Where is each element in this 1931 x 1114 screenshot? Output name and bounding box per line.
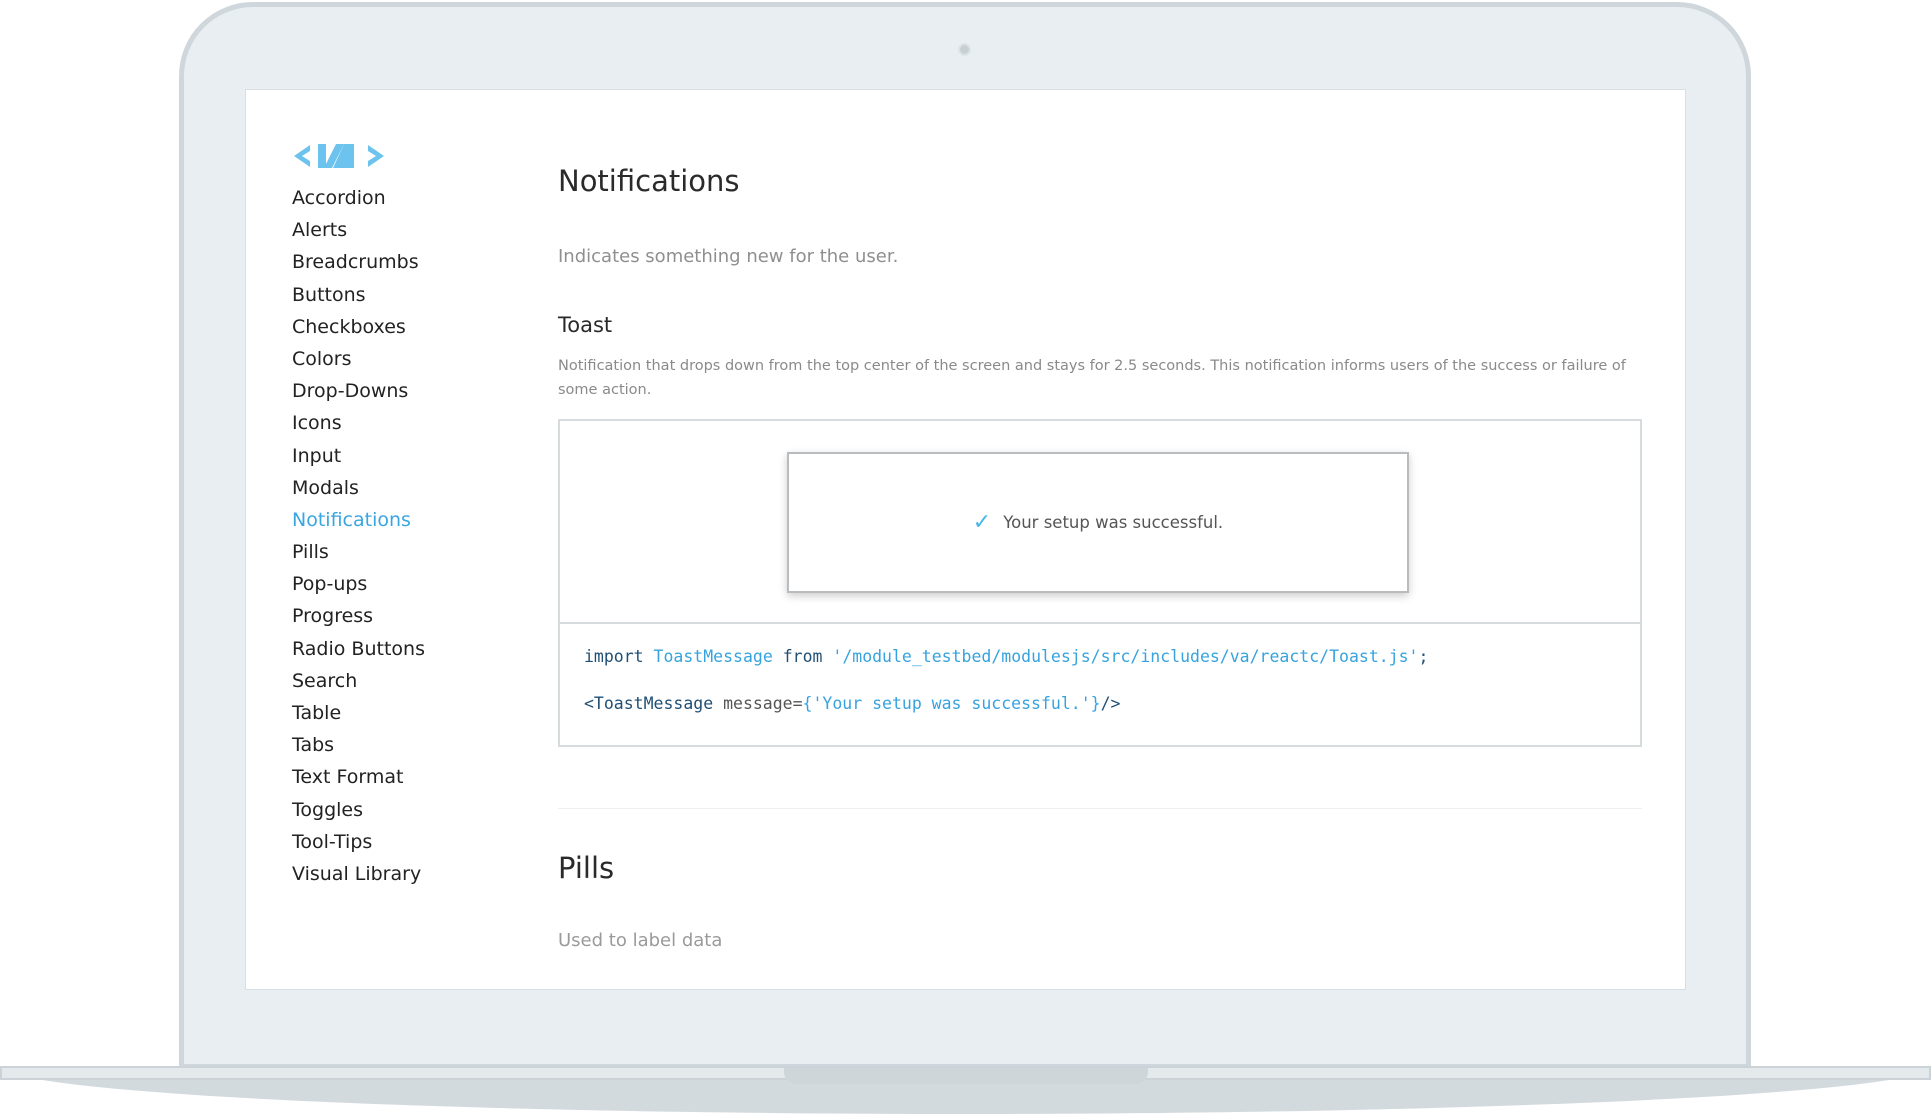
code-keyword: import [584,647,644,666]
sidebar-item-text-format[interactable]: Text Format [292,761,425,793]
code-sample[interactable]: import ToastMessage from '/module_testbe… [558,623,1642,747]
sidebar-item-drop-downs[interactable]: Drop-Downs [292,375,425,407]
sidebar-item-input[interactable]: Input [292,440,425,472]
toast-message: ✓ Your setup was successful. [787,452,1409,593]
sidebar-item-alerts[interactable]: Alerts [292,214,425,246]
code-string: {'Your setup was successful.'} [802,694,1101,713]
sidebar-item-icons[interactable]: Icons [292,407,425,439]
pills-subtitle: Used to label data [558,930,723,951]
sidebar-item-table[interactable]: Table [292,697,425,729]
sidebar-item-visual-library[interactable]: Visual Library [292,858,425,890]
code-string: '/module_testbed/modulesjs/src/includes/… [832,647,1419,666]
sidebar-nav: Accordion Alerts Breadcrumbs Buttons Checkbo… [292,182,425,890]
page-subtitle: Indicates something new for the user. [558,246,899,267]
code-line-import: import ToastMessage from '/module_testbe… [584,647,1640,694]
code-punct: ; [1418,647,1429,666]
sidebar-item-toggles[interactable]: Toggles [292,794,425,826]
toast-text: Your setup was successful. [1003,513,1224,532]
sidebar-item-breadcrumbs[interactable]: Breadcrumbs [292,246,425,278]
sidebar-item-pop-ups[interactable]: Pop-ups [292,568,425,600]
sidebar-item-colors[interactable]: Colors [292,343,425,375]
toast-description: Notification that drops down from the to… [558,358,1626,398]
sidebar-item-accordion[interactable]: Accordion [292,182,425,214]
code-tag: <ToastMessage [584,694,714,713]
section-divider [558,808,1642,809]
code-keyword: from [782,647,823,666]
code-punct: /> [1100,694,1121,713]
screen: Accordion Alerts Breadcrumbs Buttons Checkbo… [245,89,1686,990]
sidebar-item-tabs[interactable]: Tabs [292,729,425,761]
page-title: Notifications [558,164,740,198]
camera [958,43,971,56]
sidebar-item-radio-buttons[interactable]: Radio Buttons [292,633,425,665]
sidebar-item-checkboxes[interactable]: Checkboxes [292,311,425,343]
sidebar-item-buttons[interactable]: Buttons [292,279,425,311]
code-identifier: ToastMessage [653,647,773,666]
toast-heading: Toast [558,313,613,337]
sidebar-item-progress[interactable]: Progress [292,600,425,632]
sidebar-item-modals[interactable]: Modals [292,472,425,504]
laptop-notch [784,1068,1148,1084]
sidebar-item-pills[interactable]: Pills [292,536,425,568]
sidebar-item-search[interactable]: Search [292,665,425,697]
code-line-usage: <ToastMessage message={'Your setup was s… [584,694,1640,741]
check-icon: ✓ [972,510,992,535]
code-attr: message= [713,694,803,713]
sidebar-item-notifications[interactable]: Notifications [292,504,425,536]
va-logo[interactable] [292,142,386,170]
toast-demo: ✓ Your setup was successful. [558,419,1642,624]
sidebar-item-tool-tips[interactable]: Tool-Tips [292,826,425,858]
pills-title: Pills [558,851,615,885]
